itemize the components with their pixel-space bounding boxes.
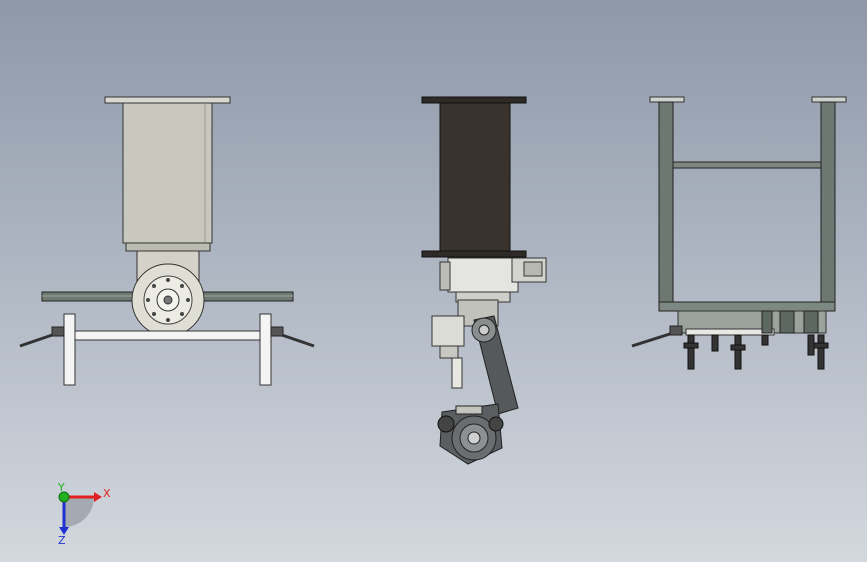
tool-nozzle [451,357,463,389]
stand-leg-left [63,313,76,386]
front-view[interactable] [421,96,547,465]
stand-leg-right [259,313,272,386]
lower-crossbeam [658,301,836,312]
post-left [658,101,674,311]
robot-base [447,257,519,293]
y-axis-label: Y [57,481,65,494]
cad-viewport[interactable]: X Y Z [0,0,867,562]
wrist-assembly [437,403,504,465]
rear-view[interactable] [631,96,847,370]
top-flange [104,96,231,104]
top-flange [421,96,527,104]
tool-mount [431,315,465,347]
triad-shadow [64,497,94,527]
column-base-plate [125,242,211,252]
clamp-left [19,326,65,348]
side-view[interactable] [19,96,315,386]
clamp-right [270,326,315,348]
stand-crossbar [63,330,272,341]
coordinate-triad: X Y Z [57,481,111,547]
post-right [820,101,836,311]
top-pad-right [811,96,847,103]
x-axis-label: X [103,487,111,500]
hanging-clamps [683,334,829,370]
column [439,102,511,252]
z-axis-label: Z [58,534,66,547]
upper-crossbeam [672,161,822,169]
clamp-left [631,325,683,348]
column [122,102,213,244]
top-pad-left [649,96,685,103]
column-base-plate [421,250,527,258]
